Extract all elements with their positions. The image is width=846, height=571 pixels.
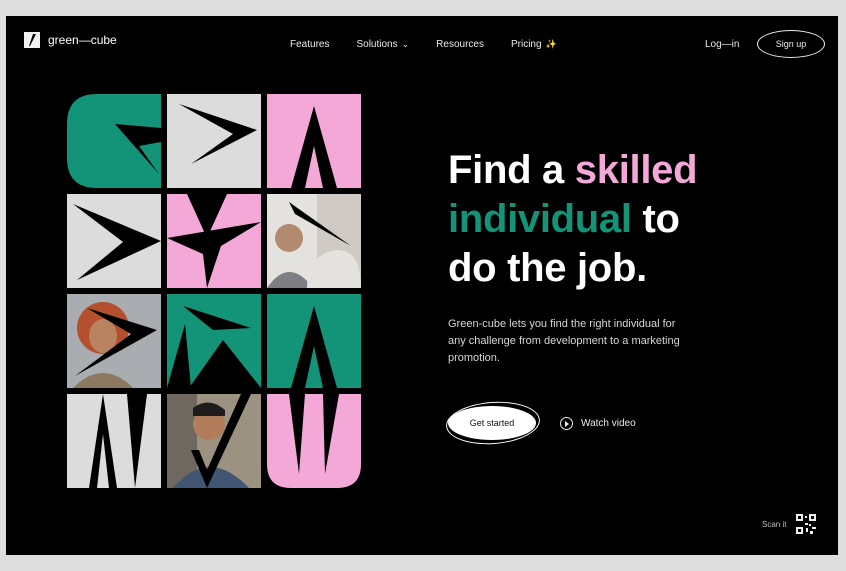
nav-resources[interactable]: Resources (436, 39, 484, 50)
scan-label: Scan it (762, 520, 787, 529)
person-photo-tile (167, 394, 261, 488)
pink-letter-tile (267, 394, 361, 488)
person-photo-tile (67, 294, 161, 388)
main-nav: Features Solutions ⌄ Resources Pricing ✨ (290, 39, 557, 50)
hero-description: Green-cube lets you find the right indiv… (448, 318, 680, 364)
headline-line-1: Find a skilled (448, 146, 788, 195)
headline-highlight-pink: skilled (574, 148, 698, 192)
sparkle-icon: ✨ (545, 39, 557, 49)
person-photo-tile (267, 194, 361, 288)
signup-button[interactable]: Sign up (757, 30, 825, 58)
hero-headline: Find a skilled individual to do the job. (448, 146, 788, 293)
grey-letter-tile (67, 394, 161, 488)
nav-pricing[interactable]: Pricing ✨ (511, 39, 557, 50)
app-frame: green—cube Features Solutions ⌄ Resources… (6, 16, 838, 555)
pink-letter-tile (267, 94, 361, 188)
qr-code-icon[interactable] (796, 514, 816, 534)
nav-pricing-label: Pricing (510, 39, 542, 50)
letter-grid (67, 94, 361, 488)
watch-video-label: Watch video (581, 418, 636, 429)
grey-letter-tile (167, 94, 261, 188)
brand-name: green—cube (48, 33, 117, 47)
get-started-button[interactable]: Get started (448, 406, 536, 440)
grey-letter-tile (67, 194, 161, 288)
green-letter-tile (167, 294, 261, 388)
brand-logo[interactable]: green—cube (24, 32, 117, 48)
headline-text: Find a (448, 148, 575, 192)
login-link[interactable]: Log—in (705, 39, 739, 50)
play-icon (560, 417, 573, 430)
headline-highlight-green: individual (448, 197, 632, 241)
green-letter-tile (267, 294, 361, 388)
pink-letter-tile (167, 194, 261, 288)
headline-text: to (631, 197, 680, 241)
green-letter-tile (67, 94, 161, 188)
chevron-down-icon: ⌄ (401, 39, 410, 49)
headline-line-2: individual to (448, 195, 788, 244)
headline-line-3: do the job. (448, 246, 647, 290)
watch-video-button[interactable]: Watch video (560, 417, 636, 430)
nav-solutions-label: Solutions (356, 39, 398, 50)
nav-features[interactable]: Features (290, 39, 329, 50)
cube-icon (24, 32, 40, 48)
nav-solutions[interactable]: Solutions ⌄ (356, 39, 409, 50)
